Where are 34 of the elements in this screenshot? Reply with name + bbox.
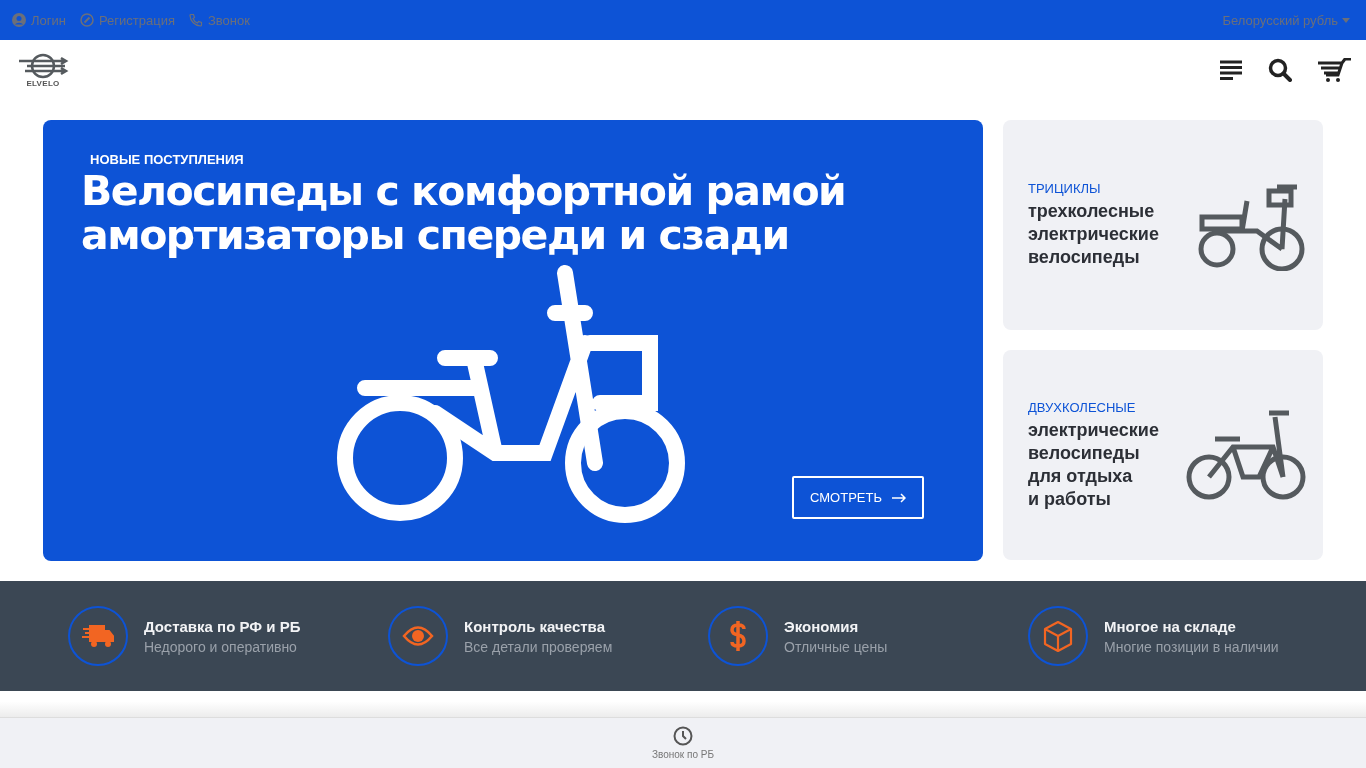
call-link[interactable]: Звонок по РБ (652, 726, 714, 760)
search-button[interactable] (1268, 58, 1292, 82)
feature-subtitle: Отличные цены (784, 638, 888, 655)
feature-title: Экономия (784, 617, 860, 635)
phone-icon (188, 13, 203, 27)
hero-title: Велосипеды с комфортной рамой амортизаторы спереди и сзади (81, 169, 847, 257)
clock-icon (673, 726, 693, 746)
arrow-icon (892, 492, 906, 503)
feature-title: Контроль качества (464, 617, 606, 635)
caret-icon (1342, 17, 1350, 23)
hero-eyebrow: НОВЫЕ ПОСТУПЛЕНИЯ (90, 152, 245, 167)
card-category: ТРИЦИКЛЫ (1028, 181, 1102, 196)
eye-icon (402, 625, 434, 647)
user-icon (12, 13, 26, 27)
feature-subtitle: Все детали проверяем (464, 638, 613, 655)
logo[interactable]: ELVELO (16, 52, 70, 88)
card-category: ДВУХКОЛЕСНЫЕ (1028, 399, 1137, 415)
logo-icon (17, 52, 69, 79)
cart-button[interactable] (1318, 58, 1352, 82)
card-title: электрические велосипеды для отдыха и работы (1028, 418, 1159, 511)
view-button[interactable]: СМОТРЕТЬ (792, 476, 924, 519)
category-card[interactable]: ДВУХКОЛЕСНЫЕ электрические велосипеды для отдыха и работы (1003, 350, 1323, 560)
dollar-icon (729, 620, 747, 652)
truck-icon (82, 623, 114, 649)
feature-title: Многое на складе (1104, 617, 1237, 635)
menu-button[interactable] (1220, 60, 1242, 80)
feature-subtitle: Недорого и оперативно (144, 638, 298, 655)
compass-icon (79, 13, 94, 27)
feature-title: Доставка по РФ и РБ (144, 617, 301, 635)
box-icon (1043, 620, 1073, 652)
feature-subtitle: Многие позиции в наличии (1104, 638, 1279, 655)
category-card[interactable]: ТРИЦИКЛЫ трехколесные электрические велосипеды (1003, 120, 1323, 330)
card-title: трехколесные электрические велосипеды (1028, 200, 1159, 269)
logo-text: ELVELO (26, 78, 60, 88)
